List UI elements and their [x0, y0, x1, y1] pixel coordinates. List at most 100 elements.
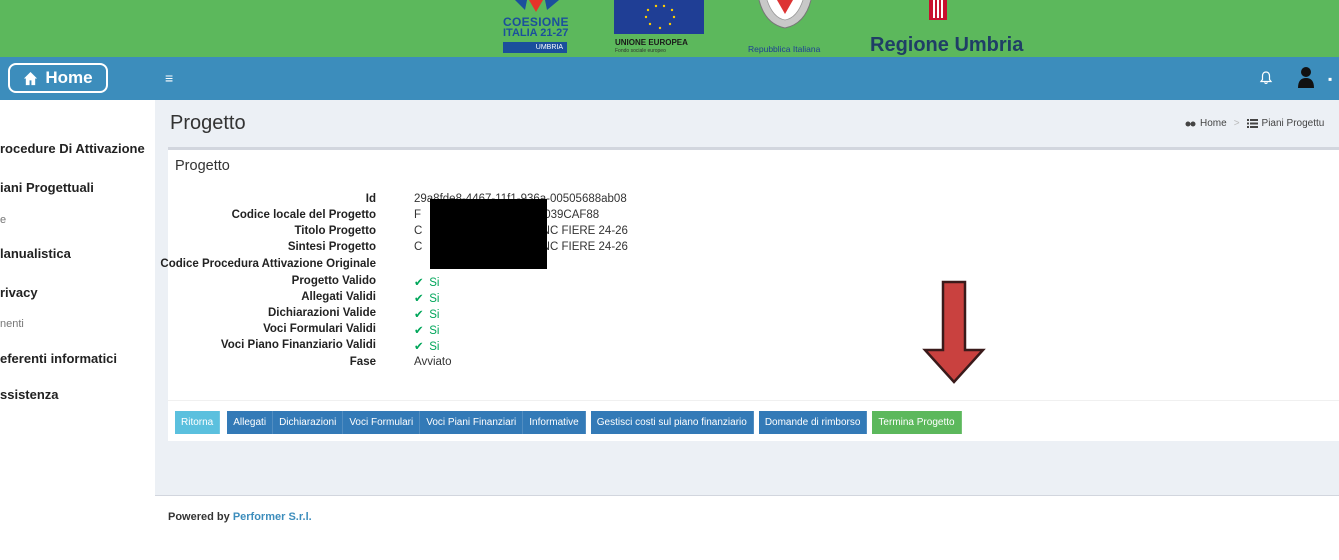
- sidebar-item-manualistica[interactable]: lanualistica: [0, 246, 71, 261]
- check-icon: ✔: [414, 341, 424, 353]
- detail-label: Progetto Valido: [291, 275, 376, 287]
- detail-row-voci-formulari: Voci Formulari Validi ✔ Si: [156, 323, 956, 339]
- sidebar-toggle-icon[interactable]: ≡: [165, 70, 173, 86]
- detail-label: Allegati Validi: [301, 291, 376, 303]
- detail-value: ✔ Si: [414, 307, 439, 321]
- detail-row-sintesi: Sintesi Progetto C SNC FIERE 24-26: [156, 241, 956, 257]
- header-banner: COESIONE ITALIA 21-27 UMBRIA UNIONE EURO…: [0, 0, 1339, 57]
- top-navbar: [0, 57, 1339, 100]
- domande-rimborso-button[interactable]: Domande di rimborso: [758, 411, 868, 434]
- detail-value: ✔ Si: [414, 339, 439, 353]
- detail-row-voci-piano: Voci Piano Finanziario Validi ✔ Si: [156, 339, 956, 355]
- sidebar-subitem-documenti[interactable]: nenti: [0, 318, 24, 330]
- repubblica-label: Repubblica Italiana: [748, 44, 821, 54]
- regione-umbria-logo: Regione Umbria: [870, 0, 1040, 57]
- box-divider: [168, 400, 1339, 401]
- detail-value: F: [414, 209, 422, 221]
- breadcrumb-separator: >: [1233, 118, 1240, 129]
- ue-label: UNIONE EUROPEA: [615, 38, 688, 47]
- ue-sub: Fondo sociale europeo: [615, 48, 666, 54]
- detail-row-codice-locale: Codice locale del Progetto F 2-039CAF88: [156, 209, 956, 225]
- footer-text: Powered by Performer S.r.l.: [168, 511, 312, 523]
- detail-label: Codice locale del Progetto: [231, 209, 376, 221]
- detail-label: Sintesi Progetto: [287, 241, 376, 253]
- breadcrumb-home[interactable]: Home: [1200, 118, 1227, 129]
- list-icon: [1246, 119, 1258, 128]
- ritorna-button[interactable]: Ritorna: [175, 411, 221, 434]
- voci-piani-finanziari-button[interactable]: Voci Piani Finanziari: [420, 411, 524, 434]
- footer-prefix: Powered by: [168, 511, 230, 523]
- page-title: Progetto: [170, 112, 246, 134]
- bell-icon[interactable]: [1259, 71, 1273, 85]
- voci-formulari-button[interactable]: Voci Formulari: [343, 411, 421, 434]
- user-icon[interactable]: [1297, 66, 1315, 88]
- detail-value: ✔ Si: [414, 291, 439, 305]
- detail-label: Fase: [349, 356, 376, 368]
- coesione-region: UMBRIA: [503, 42, 567, 53]
- sidebar-item-procedure[interactable]: rocedure Di Attivazione: [0, 141, 145, 156]
- detail-label: Titolo Progetto: [294, 225, 376, 237]
- repubblica-italiana-logo: Repubblica Italiana: [745, 0, 825, 57]
- detail-row-codice-procedura: Codice Procedura Attivazione Originale: [156, 258, 956, 274]
- home-button-label: Home: [45, 68, 93, 87]
- umbria-emblem-icon: [929, 0, 947, 20]
- coesione-italia-logo: COESIONE ITALIA 21-27 UMBRIA: [503, 0, 571, 57]
- detail-value-text: Si: [429, 293, 440, 305]
- detail-label: Id: [365, 193, 376, 205]
- redaction-block: [430, 199, 547, 269]
- dichiarazioni-button[interactable]: Dichiarazioni: [273, 411, 344, 434]
- termina-progetto-button[interactable]: Termina Progetto: [872, 411, 962, 434]
- detail-label: Codice Procedura Attivazione Originale: [160, 258, 376, 270]
- detail-row-dichiarazioni-valide: Dichiarazioni Valide ✔ Si: [156, 307, 956, 323]
- regione-label: Regione Umbria: [870, 34, 1024, 56]
- check-icon: ✔: [414, 277, 424, 289]
- detail-value-text: Si: [429, 309, 440, 321]
- gestisci-costi-button[interactable]: Gestisci costi sul piano finanziario: [590, 411, 754, 434]
- home-icon: [24, 71, 38, 85]
- detail-label: Dichiarazioni Valide: [267, 307, 376, 319]
- footer-company-link[interactable]: Performer S.r.l.: [233, 511, 312, 523]
- coesione-line2: ITALIA 21-27: [503, 27, 569, 39]
- detail-label: Voci Formulari Validi: [263, 323, 376, 335]
- repubblica-emblem-icon: [758, 0, 812, 29]
- informative-button[interactable]: Informative: [523, 411, 586, 434]
- detail-row-fase: Fase Avviato: [156, 356, 956, 372]
- detail-value: C: [414, 225, 423, 237]
- footer: Powered by Performer S.r.l.: [155, 495, 1339, 537]
- detail-value-tail: SNC FIERE 24-26: [534, 241, 628, 253]
- unione-europea-logo: UNIONE EUROPEA Fondo sociale europeo: [614, 0, 704, 57]
- check-icon: ✔: [414, 293, 424, 305]
- detail-label: Voci Piano Finanziario Validi: [220, 339, 376, 351]
- check-icon: ✔: [414, 309, 424, 321]
- sidebar-subitem[interactable]: e: [0, 214, 6, 226]
- breadcrumb: Home > Piani Progettu: [1185, 118, 1324, 129]
- breadcrumb-current[interactable]: Piani Progettu: [1262, 118, 1325, 129]
- check-icon: ✔: [414, 325, 424, 337]
- detail-row-titolo: Titolo Progetto C SNC FIERE 24-26: [156, 225, 956, 241]
- allegati-button[interactable]: Allegati: [227, 411, 274, 434]
- project-box: Progetto Id 29a8fde8-4467-11f1-936a-0050…: [160, 147, 1339, 441]
- home-button[interactable]: Home: [8, 63, 108, 93]
- detail-value-text: Si: [429, 277, 440, 289]
- detail-value-text: Si: [429, 341, 440, 353]
- coesione-flag-icon: [515, 0, 559, 12]
- detail-row-id: Id 29a8fde8-4467-11f1-936a-00505688ab08: [156, 193, 956, 209]
- detail-value: ✔ Si: [414, 275, 439, 289]
- detail-value: Avviato: [414, 356, 452, 368]
- detail-row-progetto-valido: Progetto Valido ✔ Si: [156, 275, 956, 291]
- eu-flag-icon: [614, 0, 704, 34]
- action-buttons: Ritorna Allegati Dichiarazioni Voci Form…: [175, 411, 962, 434]
- detail-value-tail: SNC FIERE 24-26: [534, 225, 628, 237]
- annotation-arrow-icon: [922, 280, 986, 384]
- sidebar-item-assistenza[interactable]: ssistenza: [0, 387, 59, 402]
- detail-value: ✔ Si: [414, 323, 439, 337]
- dashboard-icon: [1185, 121, 1196, 126]
- user-name-cut[interactable]: ▪: [1328, 72, 1332, 86]
- box-title: Progetto: [175, 158, 230, 174]
- main-content: Progetto Home > Piani Progettu Progetto …: [155, 100, 1339, 495]
- detail-row-allegati-validi: Allegati Validi ✔ Si: [156, 291, 956, 307]
- sidebar-item-privacy[interactable]: rivacy: [0, 285, 38, 300]
- detail-value-text: Si: [429, 325, 440, 337]
- button-gap: [220, 411, 227, 434]
- detail-value: C: [414, 241, 423, 253]
